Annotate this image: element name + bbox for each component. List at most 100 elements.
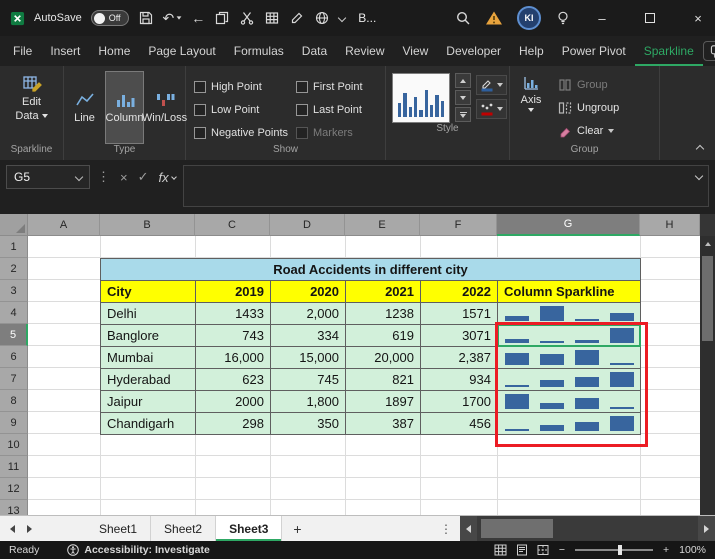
cell-value[interactable]: 623 bbox=[196, 369, 271, 391]
vertical-scrollbar[interactable] bbox=[700, 236, 715, 515]
expand-formula-bar-icon[interactable] bbox=[694, 171, 704, 181]
tab-review[interactable]: Review bbox=[336, 36, 393, 66]
warning-icon[interactable] bbox=[485, 10, 503, 26]
cell-value[interactable]: 821 bbox=[346, 369, 421, 391]
column-header-b[interactable]: B bbox=[100, 214, 195, 236]
sheet-tab-sheet1[interactable]: Sheet1 bbox=[86, 516, 152, 541]
maximize-button[interactable] bbox=[633, 0, 667, 36]
row-header-7[interactable]: 7 bbox=[0, 368, 28, 390]
close-button[interactable]: × bbox=[681, 0, 715, 36]
format-painter-icon[interactable] bbox=[289, 10, 305, 26]
tab-formulas[interactable]: Formulas bbox=[225, 36, 293, 66]
low-point-checkbox[interactable]: Low Point bbox=[194, 103, 296, 116]
row-header-1[interactable]: 1 bbox=[0, 236, 28, 258]
header-2020[interactable]: 2020 bbox=[271, 281, 346, 303]
scroll-up-button[interactable] bbox=[700, 236, 715, 251]
cell-city[interactable]: Delhi bbox=[101, 303, 196, 325]
zoom-slider-knob[interactable] bbox=[617, 545, 622, 555]
cell-city[interactable]: Banglore bbox=[101, 325, 196, 347]
scroll-right-button[interactable] bbox=[698, 516, 715, 541]
tab-help[interactable]: Help bbox=[510, 36, 553, 66]
winloss-type-button[interactable]: Win/Loss bbox=[142, 71, 187, 144]
cell-value[interactable]: 743 bbox=[196, 325, 271, 347]
sparkline-color-button[interactable] bbox=[476, 75, 507, 95]
web-icon[interactable] bbox=[314, 10, 330, 26]
cell-city[interactable]: Jaipur bbox=[101, 391, 196, 413]
row-header-12[interactable]: 12 bbox=[0, 478, 28, 500]
collapse-ribbon-icon[interactable] bbox=[695, 144, 705, 154]
cell-value[interactable]: 387 bbox=[346, 413, 421, 435]
column-header-d[interactable]: D bbox=[270, 214, 345, 236]
row-header-11[interactable]: 11 bbox=[0, 456, 28, 478]
search-icon[interactable] bbox=[455, 10, 471, 26]
cell-value[interactable]: 350 bbox=[271, 413, 346, 435]
cell-value[interactable]: 456 bbox=[421, 413, 498, 435]
cell-value[interactable]: 1433 bbox=[196, 303, 271, 325]
tab-view[interactable]: View bbox=[394, 36, 438, 66]
prev-sheet-icon[interactable] bbox=[10, 524, 15, 533]
last-point-checkbox[interactable]: Last Point bbox=[296, 103, 384, 116]
tab-power-pivot[interactable]: Power Pivot bbox=[553, 36, 635, 66]
cell-value[interactable]: 15,000 bbox=[271, 347, 346, 369]
negative-points-checkbox[interactable]: Negative Points bbox=[194, 126, 296, 139]
header-sparkline[interactable]: Column Sparkline bbox=[498, 281, 641, 303]
cell-city[interactable]: Hyderabad bbox=[101, 369, 196, 391]
cell-value[interactable]: 2000 bbox=[196, 391, 271, 413]
row-header-4[interactable]: 4 bbox=[0, 302, 28, 324]
row-header-6[interactable]: 6 bbox=[0, 346, 28, 368]
table-title-cell[interactable]: Road Accidents in different city bbox=[101, 259, 641, 281]
cell-value[interactable]: 16,000 bbox=[196, 347, 271, 369]
enter-button[interactable]: ✓ bbox=[138, 169, 149, 185]
cell-city[interactable]: Chandigarh bbox=[101, 413, 196, 435]
sheet-tab-sheet2[interactable]: Sheet2 bbox=[151, 516, 217, 541]
cut-icon[interactable] bbox=[239, 10, 255, 26]
insert-function-button[interactable]: fx bbox=[159, 170, 177, 185]
horizontal-scrollbar[interactable] bbox=[460, 516, 715, 541]
column-header-a[interactable]: A bbox=[28, 214, 100, 236]
row-header-13[interactable]: 13 bbox=[0, 500, 28, 515]
gallery-down-button[interactable] bbox=[455, 90, 471, 105]
zoom-out-button[interactable]: − bbox=[559, 544, 565, 556]
save-icon[interactable] bbox=[138, 10, 154, 26]
header-2019[interactable]: 2019 bbox=[196, 281, 271, 303]
cell-value[interactable]: 20,000 bbox=[346, 347, 421, 369]
column-header-f[interactable]: F bbox=[420, 214, 497, 236]
cell-city[interactable]: Mumbai bbox=[101, 347, 196, 369]
select-all-corner[interactable] bbox=[0, 214, 28, 236]
qat-more-icon[interactable] bbox=[338, 13, 347, 23]
sparkline-style-gallery[interactable] bbox=[392, 73, 450, 123]
cell-value[interactable]: 1238 bbox=[346, 303, 421, 325]
row-header-8[interactable]: 8 bbox=[0, 390, 28, 412]
minimize-button[interactable]: – bbox=[585, 0, 619, 36]
horizontal-scroll-track[interactable] bbox=[477, 516, 698, 541]
ungroup-button[interactable]: Ungroup bbox=[558, 98, 619, 118]
cell-value[interactable]: 745 bbox=[271, 369, 346, 391]
vertical-scroll-thumb[interactable] bbox=[702, 256, 713, 341]
cell-value[interactable]: 934 bbox=[421, 369, 498, 391]
avatar[interactable]: KI bbox=[517, 6, 541, 30]
cell-value[interactable]: 3071 bbox=[421, 325, 498, 347]
next-sheet-icon[interactable] bbox=[27, 524, 32, 533]
comments-button[interactable] bbox=[702, 41, 715, 61]
cell-value[interactable]: 1700 bbox=[421, 391, 498, 413]
line-type-button[interactable]: Line bbox=[65, 71, 104, 144]
cell-value[interactable]: 1897 bbox=[346, 391, 421, 413]
gallery-more-button[interactable] bbox=[455, 107, 471, 122]
tab-page-layout[interactable]: Page Layout bbox=[139, 36, 224, 66]
copy-icon[interactable] bbox=[214, 10, 230, 26]
sheet-tab-sheet3[interactable]: Sheet3 bbox=[216, 516, 283, 541]
high-point-checkbox[interactable]: High Point bbox=[194, 80, 296, 93]
column-header-e[interactable]: E bbox=[345, 214, 420, 236]
row-header-5[interactable]: 5 bbox=[0, 324, 28, 346]
tab-insert[interactable]: Insert bbox=[41, 36, 89, 66]
lightbulb-icon[interactable] bbox=[555, 10, 571, 26]
column-header-g[interactable]: G bbox=[497, 214, 640, 236]
page-break-view-icon[interactable] bbox=[537, 544, 549, 556]
name-box[interactable]: G5 bbox=[6, 165, 90, 189]
cell-value[interactable]: 298 bbox=[196, 413, 271, 435]
cell-value[interactable]: 2,387 bbox=[421, 347, 498, 369]
horizontal-scroll-thumb[interactable] bbox=[481, 519, 553, 538]
column-header-h[interactable]: H bbox=[640, 214, 700, 236]
cell-value[interactable]: 2,000 bbox=[271, 303, 346, 325]
row-header-2[interactable]: 2 bbox=[0, 258, 28, 280]
